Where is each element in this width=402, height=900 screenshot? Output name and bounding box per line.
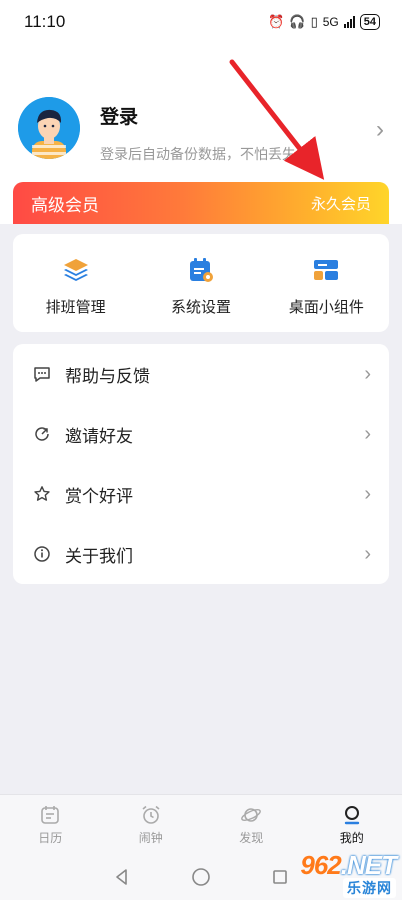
menu-item-label: 帮助与反馈 [65, 366, 150, 386]
menu-card: 帮助与反馈 › 邀请好友 › 赏个好评 › 关于我们 › [13, 344, 389, 584]
chevron-right-icon[interactable]: › [376, 116, 384, 144]
menu-item-label: 赏个好评 [65, 486, 133, 506]
bottom-tab-bar: 日历 闹钟 发现 我的 [0, 794, 402, 854]
calendar-gear-icon [189, 258, 213, 282]
tab-alarm[interactable]: 闹钟 [101, 795, 202, 854]
login-title[interactable]: 登录 [100, 102, 138, 129]
watermark-suffix: .NET [340, 850, 397, 880]
avatar[interactable] [18, 97, 80, 159]
vip-title: 高级会员 [31, 195, 99, 215]
chat-bubble-icon [34, 367, 50, 382]
share-circle-icon [35, 427, 49, 441]
quick-action-label: 排班管理 [45, 299, 106, 316]
profile-section[interactable]: 登录 登录后自动备份数据，不怕丢失 › [0, 52, 402, 162]
menu-item-about-us[interactable]: 关于我们 › [13, 524, 389, 584]
watermark-brand: 962.NET [300, 850, 397, 880]
user-icon [344, 805, 359, 824]
quick-action-system-settings[interactable]: 系统设置 [138, 234, 263, 332]
planet-icon [241, 807, 262, 822]
chevron-right-icon: › [364, 422, 371, 445]
quick-action-label: 桌面小组件 [288, 299, 364, 316]
battery-icon: 54 [359, 14, 380, 30]
chevron-right-icon: › [364, 482, 371, 505]
status-time: 11:10 [24, 12, 66, 31]
menu-item-label: 关于我们 [65, 546, 133, 566]
menu-item-rate-app[interactable]: 赏个好评 › [13, 464, 389, 524]
vip-badge[interactable]: 永久会员 [311, 193, 371, 214]
chevron-right-icon: › [364, 542, 371, 565]
tab-discover[interactable]: 发现 [201, 795, 302, 854]
headphones-icon: 🎧 [289, 14, 306, 29]
status-bar: 11:10 ⏰ 🎧 ▯ 5G 54 [0, 0, 402, 44]
home-icon[interactable] [191, 867, 211, 887]
alarm-status-icon: ⏰ [268, 14, 285, 29]
vibrate-icon: ▯ [310, 14, 318, 29]
tab-label: 闹钟 [138, 830, 163, 845]
vip-banner[interactable]: 高级会员 永久会员 [13, 182, 389, 224]
layers-icon [63, 259, 88, 281]
tab-mine[interactable]: 我的 [302, 795, 402, 854]
tab-label: 我的 [339, 830, 364, 845]
calendar-icon [41, 805, 60, 824]
back-icon[interactable] [113, 868, 131, 886]
watermark-logo: 962.NET 乐游网 [262, 852, 402, 898]
signal-icon [343, 16, 355, 28]
menu-item-invite-friends[interactable]: 邀请好友 › [13, 404, 389, 464]
status-icons: ⏰ 🎧 ▯ 5G 54 [268, 14, 380, 30]
tab-label: 发现 [239, 830, 264, 845]
watermark-subtitle: 乐游网 [343, 878, 396, 898]
quick-action-label: 系统设置 [170, 299, 231, 316]
network-type: 5G [322, 15, 339, 29]
star-icon [34, 486, 50, 501]
alarm-clock-icon [142, 805, 160, 824]
login-subtitle: 登录后自动备份数据，不怕丢失 [100, 146, 296, 162]
tab-calendar[interactable]: 日历 [0, 795, 101, 854]
quick-action-desktop-widget[interactable]: 桌面小组件 [264, 234, 389, 332]
quick-actions-card: 排班管理 系统设置 桌面小组件 [13, 234, 389, 332]
info-icon [34, 546, 50, 562]
menu-item-label: 邀请好友 [65, 426, 133, 446]
tab-label: 日历 [38, 830, 63, 845]
quick-action-shift-management[interactable]: 排班管理 [13, 234, 138, 332]
menu-item-help-feedback[interactable]: 帮助与反馈 › [13, 344, 389, 404]
watermark-number: 962 [300, 850, 341, 880]
chevron-right-icon: › [364, 362, 371, 385]
widget-icon [314, 260, 339, 280]
